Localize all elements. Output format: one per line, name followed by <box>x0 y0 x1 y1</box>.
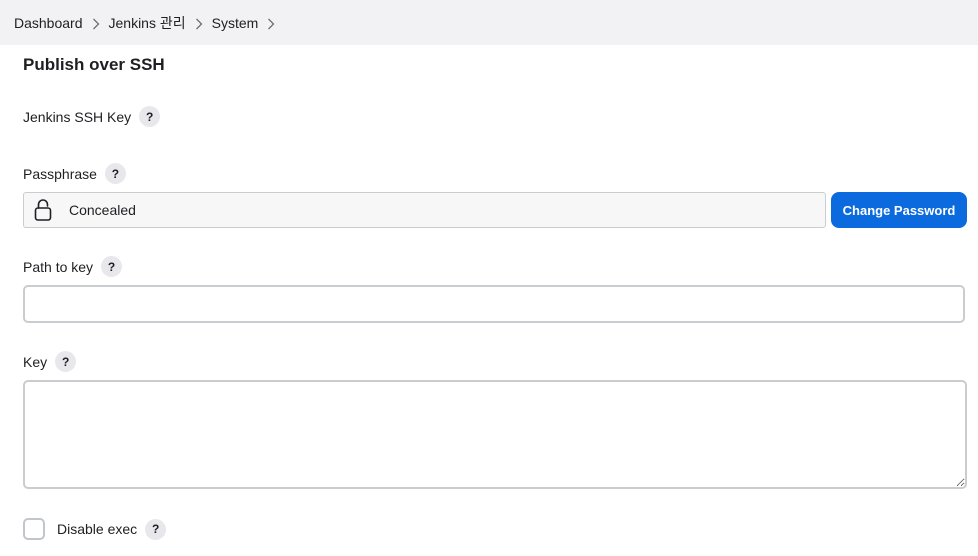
section-title: Publish over SSH <box>23 55 165 74</box>
change-password-button[interactable]: Change Password <box>831 192 967 228</box>
chevron-right-icon[interactable] <box>186 15 212 31</box>
disable-exec-label[interactable]: Disable exec <box>57 521 137 537</box>
breadcrumb-system[interactable]: System <box>212 15 259 31</box>
disable-exec-row: Disable exec ? <box>23 518 167 540</box>
key-textarea[interactable] <box>23 380 967 489</box>
key-label: Key <box>23 353 48 370</box>
jenkins-ssh-key-label: Jenkins SSH Key <box>23 108 132 125</box>
breadcrumb-dashboard[interactable]: Dashboard <box>14 15 83 31</box>
help-icon[interactable]: ? <box>104 163 126 184</box>
help-icon[interactable]: ? <box>101 256 123 277</box>
breadcrumb: Dashboard Jenkins 관리 System <box>0 0 978 45</box>
passphrase-concealed-field: Concealed <box>23 192 826 228</box>
chevron-right-icon[interactable] <box>83 15 109 31</box>
path-to-key-label-row: Path to key ? <box>23 256 123 277</box>
help-icon[interactable]: ? <box>55 351 77 372</box>
help-icon[interactable]: ? <box>145 518 167 540</box>
passphrase-value: Concealed <box>69 202 136 218</box>
path-to-key-label: Path to key <box>23 258 94 275</box>
path-to-key-input[interactable] <box>23 285 965 323</box>
passphrase-label-row: Passphrase ? <box>23 163 126 184</box>
help-icon[interactable]: ? <box>139 106 161 127</box>
lock-icon <box>34 198 52 222</box>
config-page: Publish over SSH Jenkins SSH Key ? Passp… <box>0 45 978 556</box>
jenkins-ssh-key-label-row: Jenkins SSH Key ? <box>23 106 161 127</box>
chevron-right-icon[interactable] <box>258 15 284 31</box>
breadcrumb-jenkins-manage[interactable]: Jenkins 관리 <box>109 13 186 33</box>
passphrase-label: Passphrase <box>23 165 97 182</box>
disable-exec-checkbox[interactable] <box>23 518 45 540</box>
key-label-row: Key ? <box>23 351 77 372</box>
